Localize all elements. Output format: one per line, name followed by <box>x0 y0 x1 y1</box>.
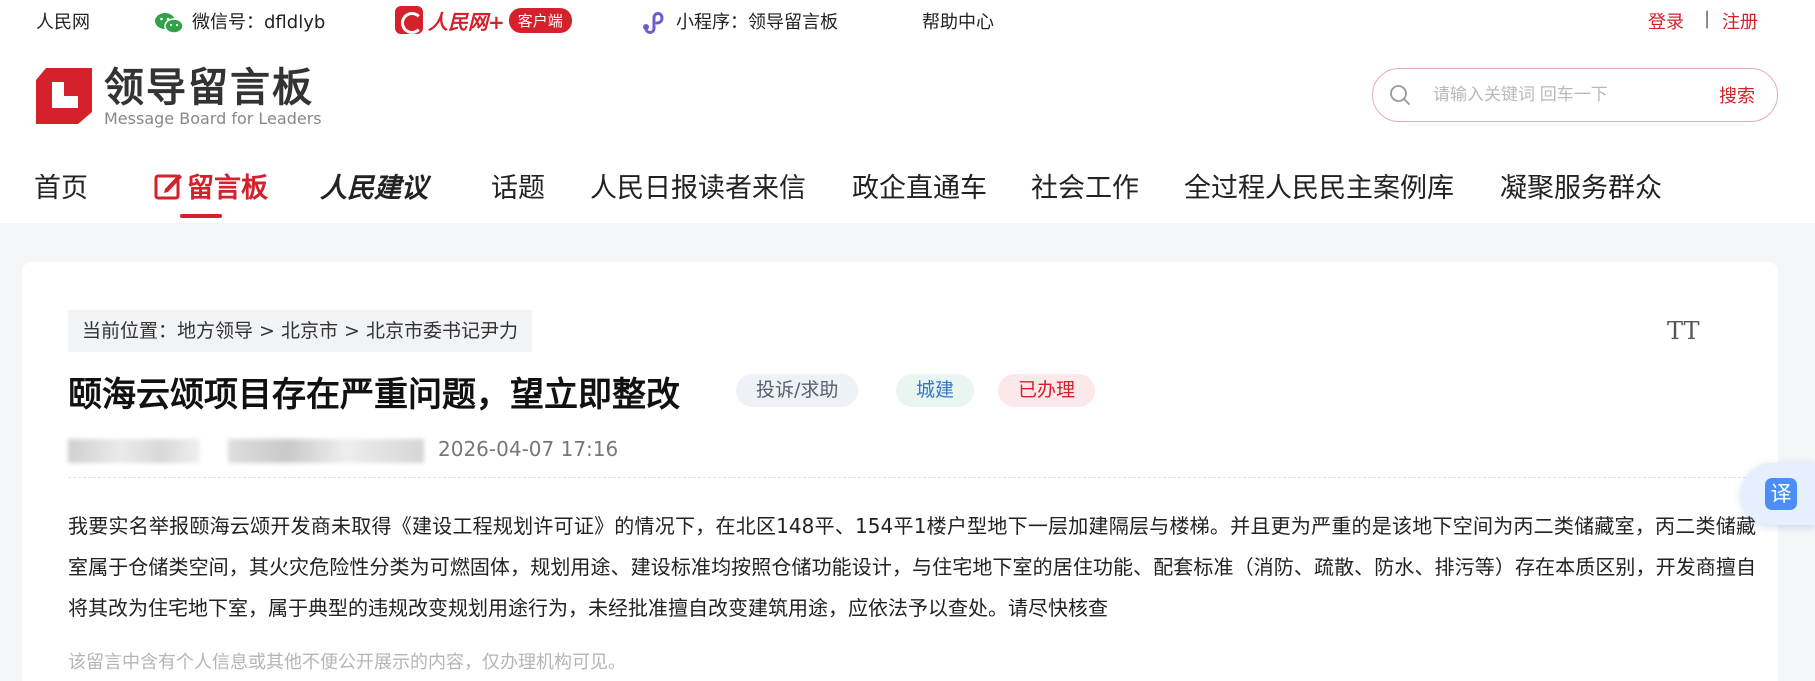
translate-button[interactable]: 译 <box>1741 463 1815 525</box>
login-link[interactable]: 登录 <box>1648 8 1684 34</box>
search-button[interactable]: 搜索 <box>1719 82 1755 108</box>
site-logo[interactable]: 领导留言板 Message Board for Leaders <box>34 66 322 128</box>
app-brand: 人民网+ <box>428 9 505 34</box>
nav-social-work[interactable]: 社会工作 <box>1031 166 1139 205</box>
page-title: 颐海云颂项目存在严重问题，望立即整改 <box>68 375 680 415</box>
redacted-info <box>228 439 424 463</box>
search-input[interactable] <box>1433 81 1693 109</box>
nav-reader-letters[interactable]: 人民日报读者来信 <box>590 166 806 205</box>
status-badge: 已办理 <box>998 374 1096 407</box>
header: 领导留言板 Message Board for Leaders 搜索 首页 留言… <box>0 40 1815 223</box>
people-net-link[interactable]: 人民网 <box>36 8 90 34</box>
message-card: 当前位置：地方领导 > 北京市 > 北京市委书记尹力 TT 颐海云颂项目存在严重… <box>22 262 1778 681</box>
privacy-notice: 该留言中含有个人信息或其他不便公开展示的内容，仅办理机构可见。 <box>68 652 626 673</box>
nav-people-suggestions[interactable]: 人民建议 <box>320 166 428 205</box>
mini-program-label: 小程序：领导留言板 <box>676 12 838 33</box>
message-content: 我要实名举报颐海云颂开发商未取得《建设工程规划许可证》的情况下，在北区148平、… <box>68 514 1756 620</box>
redacted-author <box>68 439 200 463</box>
edit-icon <box>154 174 182 200</box>
nav-democracy-cases[interactable]: 全过程人民民主案例库 <box>1184 166 1454 205</box>
wechat-label: 微信号：dfldlyb <box>192 12 326 33</box>
wechat-account[interactable]: 微信号：dfldlyb <box>154 8 325 34</box>
nav-enterprise-express[interactable]: 政企直通车 <box>852 166 987 205</box>
nav-serve-masses[interactable]: 凝聚服务群众 <box>1500 166 1662 205</box>
wechat-icon <box>155 13 184 34</box>
main-nav: 首页 留言板 人民建议 话题 人民日报读者来信 政企直通车 社会工作 全过程人民… <box>0 162 1815 222</box>
translate-icon: 译 <box>1765 478 1797 510</box>
font-size-icon[interactable]: TT <box>1667 317 1699 345</box>
nav-home[interactable]: 首页 <box>34 166 88 205</box>
top-bar: 人民网 微信号：dfldlyb 人民网+ 客户端 小程序：领导留言板 帮助中心 … <box>0 0 1815 40</box>
active-nav-indicator <box>180 214 222 218</box>
tag-type: 投诉/求助 <box>736 374 859 407</box>
register-link[interactable]: 注册 <box>1722 8 1758 34</box>
mini-program-link[interactable]: 小程序：领导留言板 <box>640 8 838 36</box>
message-date: 2026-04-07 17:16 <box>438 437 619 461</box>
search-box: 搜索 <box>1372 68 1778 122</box>
nav-message-board-label: 留言板 <box>187 173 268 204</box>
logo-mark-icon <box>36 68 92 124</box>
tag-category: 城建 <box>896 374 975 407</box>
breadcrumb: 当前位置：地方领导 > 北京市 > 北京市委书记尹力 <box>68 310 532 352</box>
nav-topics[interactable]: 话题 <box>491 166 545 205</box>
nav-message-board[interactable]: 留言板 <box>153 166 268 205</box>
people-plus-app-link[interactable]: 人民网+ 客户端 <box>395 5 572 35</box>
search-icon <box>1390 85 1410 105</box>
app-badge: 客户端 <box>508 7 572 33</box>
logo-subtitle: Message Board for Leaders <box>104 109 322 128</box>
login-separator: | <box>1704 8 1711 29</box>
help-center-link[interactable]: 帮助中心 <box>922 8 994 34</box>
divider <box>68 477 1756 478</box>
logo-title: 领导留言板 <box>104 65 314 111</box>
mini-program-icon <box>643 12 664 34</box>
people-plus-logo-icon <box>395 6 423 34</box>
